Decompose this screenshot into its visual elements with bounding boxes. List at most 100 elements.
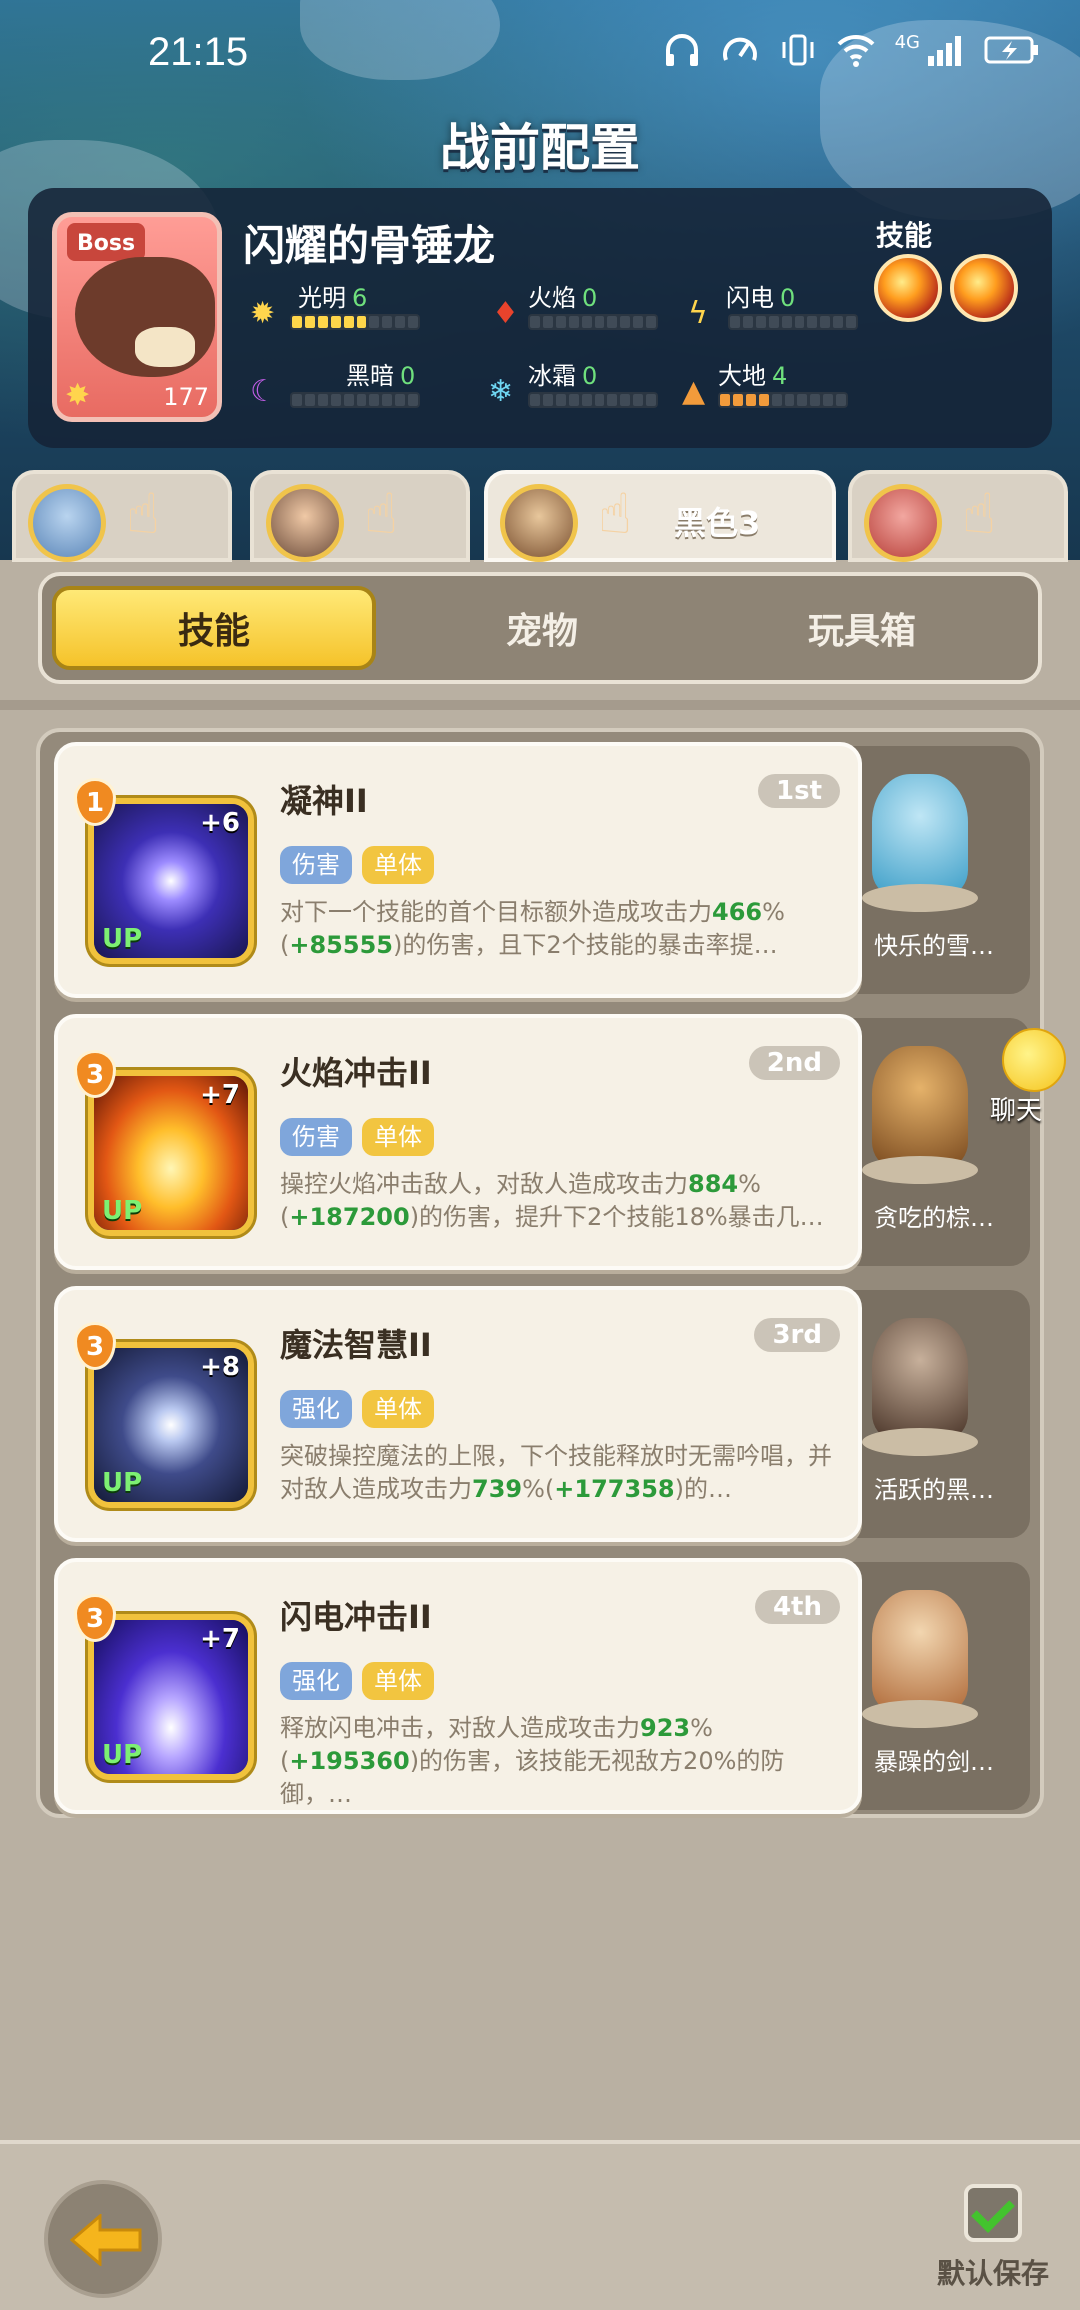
page-title: 战前配置 xyxy=(440,119,640,177)
tap-hand-icon: ☝ xyxy=(364,482,399,547)
skill-name: 火焰冲击II xyxy=(280,1054,432,1092)
hero-tab-2[interactable]: ☝ xyxy=(250,470,470,562)
boss-skills-label: 技能 xyxy=(876,219,933,252)
element-light-bar xyxy=(290,314,420,330)
skill-plus: +8 xyxy=(200,1352,240,1382)
headphones-icon xyxy=(665,34,698,66)
tap-hand-icon: ☝ xyxy=(598,482,633,547)
skill-plus: +7 xyxy=(200,1080,240,1110)
element-fire-value: 0 xyxy=(582,284,598,312)
snowflake-icon: ❄ xyxy=(488,374,514,409)
skill-up-badge: UP xyxy=(102,1196,143,1226)
element-frost-label: 冰霜 xyxy=(528,362,576,390)
skill-description: 突破操控魔法的上限，下个技能释放时无需吟唱，并对敌人造成攻击力739%(+177… xyxy=(280,1442,832,1503)
smiley-face-icon xyxy=(1002,1028,1066,1092)
chat-button[interactable]: 聊天 xyxy=(982,1028,1072,1126)
skill-icon[interactable]: +6 UP xyxy=(88,798,254,964)
pet-slot[interactable]: 暴躁的剑… xyxy=(834,1562,1030,1810)
skill-up-badge: UP xyxy=(102,1740,143,1770)
tap-hand-icon: ☝ xyxy=(962,482,997,547)
skill-up-badge: UP xyxy=(102,1468,143,1498)
pet-slot[interactable]: 快乐的雪… xyxy=(834,746,1030,994)
wifi-icon xyxy=(837,34,875,67)
skill-card[interactable]: +7 UP 3 闪电冲击II 4th 强化 单体 释放闪电冲击，对敌人造成攻击力… xyxy=(54,1558,862,1814)
bottom-bar: 默认保存 xyxy=(0,2140,1080,2310)
skill-plus: +7 xyxy=(200,1624,240,1654)
skill-description: 操控火焰冲击敌人，对敌人造成攻击力884%(+187200)的伤害，提升下2个技… xyxy=(280,1170,824,1231)
skill-card[interactable]: +7 UP 3 火焰冲击II 2nd 伤害 单体 操控火焰冲击敌人，对敌人造成攻… xyxy=(54,1014,862,1270)
sun-icon: ✹ xyxy=(250,296,276,331)
skill-row[interactable]: 贪吃的棕… +7 UP 3 火焰冲击II 2nd 伤害 单体 操控火焰冲击敌人，… xyxy=(54,1014,1034,1270)
signal-icon xyxy=(928,36,961,66)
hero-tab-4[interactable]: ☝ xyxy=(848,470,1068,562)
boss-skill-icon-1[interactable] xyxy=(874,254,942,322)
skill-target-tag: 单体 xyxy=(362,1662,434,1700)
boss-level: 177 xyxy=(163,383,209,411)
element-lightning-label: 闪电 xyxy=(726,284,774,312)
hero-avatar xyxy=(266,484,344,562)
skill-row[interactable]: 暴躁的剑… +7 UP 3 闪电冲击II 4th 强化 单体 释放闪电冲击，对敌… xyxy=(54,1558,1034,1814)
skill-rank: 1st xyxy=(758,774,840,808)
skill-name: 闪电冲击II xyxy=(280,1598,432,1636)
skill-row[interactable]: 快乐的雪… +6 UP 1 凝神II 1st 伤害 单体 对下一个技能的首个目标… xyxy=(54,742,1034,998)
status-bar: 21:15 4G xyxy=(0,0,1080,100)
skill-type-tag: 伤害 xyxy=(280,1118,352,1156)
default-save-label: 默认保存 xyxy=(936,2257,1049,2290)
skill-row[interactable]: 活跃的黑… +8 UP 3 魔法智慧II 3rd 强化 单体 突破操控魔法的上限… xyxy=(54,1286,1034,1542)
element-dark-bar xyxy=(290,392,420,408)
element-earth-bar xyxy=(718,392,848,408)
boss-skill-icon-2[interactable] xyxy=(950,254,1018,322)
element-frost-bar xyxy=(528,392,658,408)
skill-target-tag: 单体 xyxy=(362,1390,434,1428)
default-save-toggle[interactable]: 默认保存 xyxy=(928,2184,1058,2292)
hero-tab-1[interactable]: ☝ xyxy=(12,470,232,562)
element-dark-value: 0 xyxy=(400,362,416,390)
skill-list: 快乐的雪… +6 UP 1 凝神II 1st 伤害 单体 对下一个技能的首个目标… xyxy=(36,728,1044,1818)
checkbox-checked-icon[interactable] xyxy=(964,2184,1022,2242)
skill-icon[interactable]: +7 UP xyxy=(88,1070,254,1236)
fire-drop-icon: ♦ xyxy=(492,296,519,331)
hero-tab-label: 黑色3 xyxy=(674,504,761,542)
hero-avatar xyxy=(864,484,942,562)
skill-card[interactable]: +8 UP 3 魔法智慧II 3rd 强化 单体 突破操控魔法的上限，下个技能释… xyxy=(54,1286,862,1542)
hero-tab-3[interactable]: ☝ 黑色3 xyxy=(484,470,836,562)
pet-name: 暴躁的剑… xyxy=(874,1748,994,1776)
skill-icon[interactable]: +7 UP xyxy=(88,1614,254,1780)
skill-target-tag: 单体 xyxy=(362,1118,434,1156)
back-button[interactable] xyxy=(44,2180,162,2298)
skill-name: 凝神II xyxy=(280,782,368,820)
status-time: 21:15 xyxy=(148,30,249,74)
skill-name: 魔法智慧II xyxy=(280,1326,432,1364)
skill-plus: +6 xyxy=(200,808,240,838)
lightning-icon: ϟ xyxy=(688,296,708,331)
hero-avatar xyxy=(28,484,106,562)
pet-figure xyxy=(862,774,978,912)
back-arrow-icon xyxy=(70,2214,142,2266)
status-icons: 4G xyxy=(663,32,1040,68)
moon-icon: ☾ xyxy=(250,374,277,409)
tab-toybox[interactable]: 玩具箱 xyxy=(712,586,1012,670)
skill-rank: 3rd xyxy=(754,1318,840,1352)
vibrate-icon xyxy=(782,34,814,66)
boss-name: 闪耀的骨锤龙 xyxy=(243,221,496,270)
network-type-label: 4G xyxy=(894,31,920,53)
element-fire-label: 火焰 xyxy=(528,284,576,312)
boss-portrait[interactable]: Boss ✸ 177 xyxy=(52,212,222,422)
element-lightning-bar xyxy=(728,314,858,330)
pet-figure xyxy=(862,1318,978,1456)
tab-skills[interactable]: 技能 xyxy=(52,586,376,670)
tap-hand-icon: ☝ xyxy=(126,482,161,547)
skill-type-tag: 强化 xyxy=(280,1390,352,1428)
light-star-icon: ✸ xyxy=(65,378,91,413)
pet-name: 活跃的黑… xyxy=(874,1476,994,1504)
pet-slot[interactable]: 活跃的黑… xyxy=(834,1290,1030,1538)
section-divider xyxy=(0,700,1080,710)
skill-card[interactable]: +6 UP 1 凝神II 1st 伤害 单体 对下一个技能的首个目标额外造成攻击… xyxy=(54,742,862,998)
element-earth-value: 4 xyxy=(772,362,788,390)
pet-name: 贪吃的棕… xyxy=(874,1204,994,1232)
element-dark-label: 黑暗 xyxy=(346,362,394,390)
tab-pets[interactable]: 宠物 xyxy=(392,586,692,670)
skill-icon[interactable]: +8 UP xyxy=(88,1342,254,1508)
skill-target-tag: 单体 xyxy=(362,846,434,884)
skill-type-tag: 强化 xyxy=(280,1662,352,1700)
